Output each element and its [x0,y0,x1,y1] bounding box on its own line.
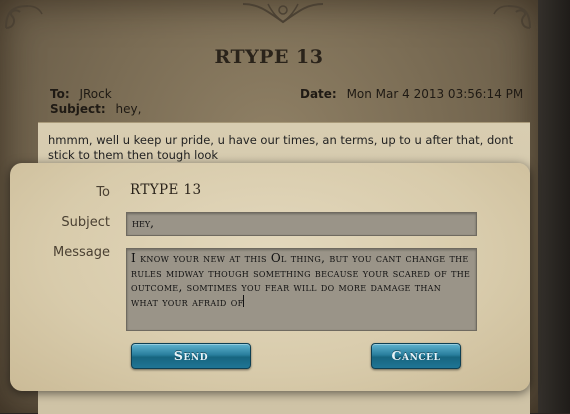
compose-to-label: To [96,185,110,200]
ornament-corner-icon [5,5,43,29]
ornament-corner-icon [493,5,531,29]
letter-date-label: Date: [300,87,337,101]
letter-subject-label: Subject: [50,102,106,116]
side-panel-edge [538,0,570,413]
text-caret [243,294,245,307]
send-button[interactable]: Send [131,343,251,369]
compose-message-label: Message [53,245,110,260]
letter-to-value: JRock [79,87,112,101]
subject-input[interactable]: hey, [126,212,477,236]
letter-to-row: To: JRock [50,87,112,101]
compose-to-value: RTYPE 13 [130,182,202,198]
message-textarea[interactable]: I know your new at this Ol thing, but yo… [126,248,477,331]
letter-title: RTYPE 13 [214,46,324,68]
compose-subject-label: Subject [61,215,110,230]
letter-date-row: Date: Mon Mar 4 2013 03:56:14 PM [300,87,523,101]
letter-subject-value: hey, [115,102,142,116]
cancel-button[interactable]: Cancel [371,343,461,369]
message-text: I know your new at this Ol thing, but yo… [131,251,475,309]
letter-body-text: hmmm, well u keep ur pride, u have our t… [48,133,514,162]
letter-date-value: Mon Mar 4 2013 03:56:14 PM [346,87,524,101]
letter-subject-row: Subject: hey, [50,102,141,116]
letter-to-label: To: [50,87,70,101]
ornament-crest-icon [242,3,324,24]
